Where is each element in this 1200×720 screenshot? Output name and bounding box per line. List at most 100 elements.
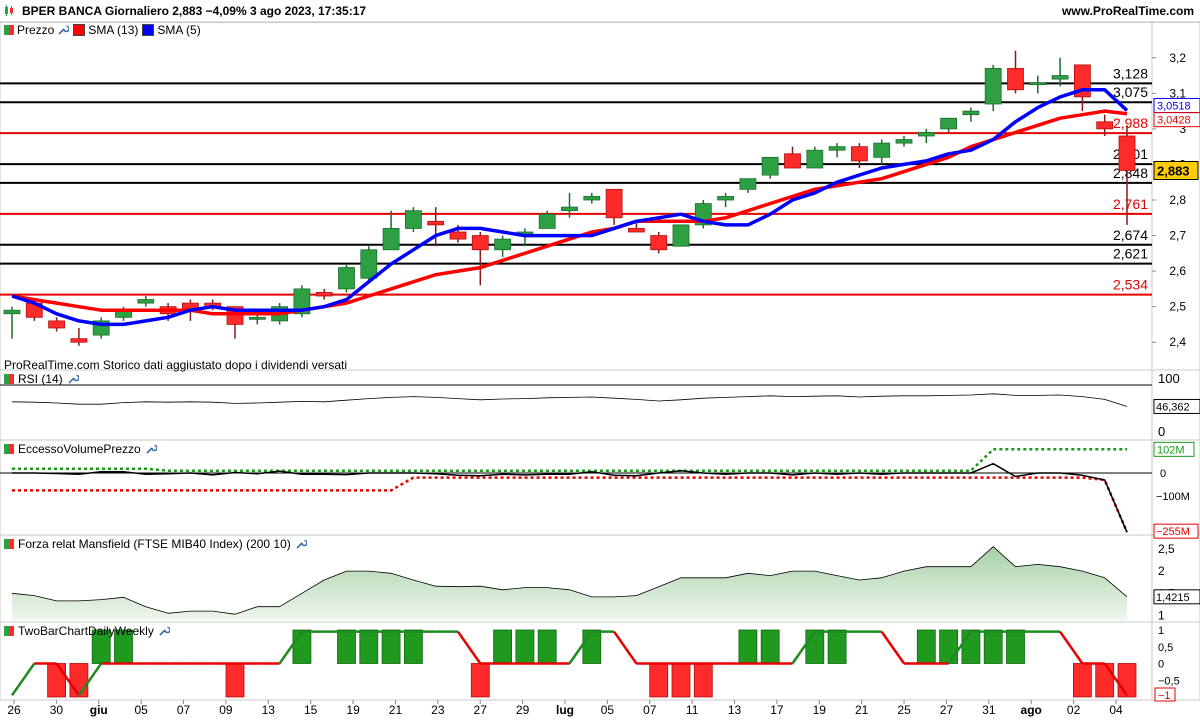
twobar-bar (1095, 663, 1115, 698)
twobar-bar (337, 629, 356, 664)
mansfield-tick-label: 1 (1158, 609, 1165, 623)
x-tick-label: 05 (134, 703, 148, 717)
sma5-swatch (142, 24, 155, 36)
candle-body (672, 224, 690, 247)
level-label: 2,761 (1113, 196, 1148, 212)
twobar-tick-label: 0,5 (1158, 642, 1173, 654)
twobar-title: TwoBarChartDailyWeekly (18, 624, 154, 638)
wrench-icon[interactable] (158, 625, 170, 637)
legend-sma5[interactable]: SMA (5) (142, 23, 201, 37)
volume-upper-band (12, 448, 1127, 472)
price-tick-label: 2,7 (1169, 229, 1186, 243)
x-tick-label: 13 (262, 703, 276, 717)
price-tick-label: 3,2 (1169, 51, 1186, 65)
mansfield-tick-label: 2,5 (1158, 542, 1175, 556)
candle-body (427, 220, 445, 226)
candle-body (984, 68, 1002, 105)
twobar-bar (805, 629, 825, 664)
sma13-swatch (73, 24, 86, 36)
candle-body (561, 206, 578, 212)
candle-body (48, 320, 65, 329)
level-label: 2,621 (1113, 246, 1148, 262)
legend-sma5-label: SMA (5) (157, 23, 201, 37)
twobar-bar (939, 629, 958, 664)
candle-body (851, 146, 868, 162)
candle-body (828, 146, 846, 151)
volume-tick-label: −100M (1156, 491, 1190, 503)
candle-body (449, 231, 467, 240)
legend-sma13[interactable]: SMA (13) (73, 23, 138, 37)
volume-lower-band (12, 476, 1129, 533)
candle-body (717, 196, 734, 201)
candle-body (940, 117, 957, 130)
level-label: 2,674 (1113, 227, 1148, 243)
twobar-line (613, 630, 638, 665)
candle-body (471, 235, 489, 251)
candle-body (70, 338, 88, 343)
twobar-bar (403, 629, 423, 664)
candle-body (628, 228, 645, 233)
wrench-icon[interactable] (67, 373, 79, 385)
twobar-line (10, 662, 36, 697)
twobar-bar (470, 663, 490, 698)
candle-body (895, 139, 913, 144)
twobar-bar (760, 629, 780, 664)
candle-body (1118, 135, 1136, 171)
wrench-icon[interactable] (57, 24, 70, 36)
twobar-bar (827, 629, 847, 664)
candle-body (538, 213, 556, 229)
candle-body (1051, 75, 1069, 80)
candle-body (360, 249, 378, 279)
twobar-bar (1006, 629, 1025, 664)
volume-pane-legend: EccessoVolumePrezzo (0, 441, 157, 457)
price-tick-label: 2,8 (1169, 193, 1186, 207)
indicator-icon (4, 444, 14, 454)
candle-body (917, 132, 935, 137)
x-tick-label: 05 (601, 703, 615, 717)
twobar-bar (582, 629, 602, 664)
twobar-bar (493, 629, 513, 664)
x-tick-label: 07 (177, 703, 191, 717)
twobar-bar (693, 663, 713, 698)
pane-frame (0, 369, 1200, 441)
wrench-icon[interactable] (145, 443, 157, 455)
volume-title: EccessoVolumePrezzo (18, 442, 141, 456)
legend-sma13-label: SMA (13) (88, 23, 139, 37)
twobar-tick-label: −1 (1158, 690, 1171, 702)
rsi-line (11, 393, 1128, 407)
x-tick-label: 21 (389, 703, 403, 717)
x-tick-label: 27 (940, 703, 954, 717)
twobar-bar (1073, 663, 1092, 698)
x-tick-label: 29 (516, 703, 530, 717)
candle-body (3, 309, 21, 315)
volume-upper-label: 102M (1157, 444, 1185, 456)
price-pane-legend: Prezzo SMA (13) SMA (5) (0, 22, 201, 38)
x-tick-label: 23 (431, 703, 445, 717)
twobar-bar (381, 629, 401, 664)
twobar-line (456, 630, 482, 665)
last-value-label: 3,0428 (1157, 115, 1191, 127)
x-tick-label: 09 (219, 703, 233, 717)
twobar-bar (983, 629, 1003, 664)
twobar-line (1059, 630, 1084, 665)
twobar-bar (649, 663, 669, 698)
wrench-icon[interactable] (295, 538, 307, 550)
twobar-bar (292, 629, 312, 664)
legend-price[interactable]: Prezzo (4, 23, 70, 37)
twobar-bar (537, 629, 557, 664)
candle-body (962, 110, 980, 116)
twobar-bar (671, 663, 691, 698)
pane-frame (0, 439, 1200, 536)
rsi-last-label: 46,362 (1156, 401, 1190, 413)
x-tick-label: 30 (50, 703, 64, 717)
x-tick-label: 13 (728, 703, 742, 717)
mansfield-last-label: 1,4215 (1156, 592, 1190, 604)
twobar-tick-label: 0 (1158, 659, 1164, 671)
candle-body (315, 292, 333, 297)
x-tick-label: 19 (813, 703, 827, 717)
x-tick-label: giu (90, 703, 108, 717)
level-label: 3,128 (1113, 65, 1148, 81)
volume-price-line (12, 462, 1128, 533)
indicator-icon (4, 626, 14, 636)
x-tick-label: 04 (1109, 703, 1123, 717)
